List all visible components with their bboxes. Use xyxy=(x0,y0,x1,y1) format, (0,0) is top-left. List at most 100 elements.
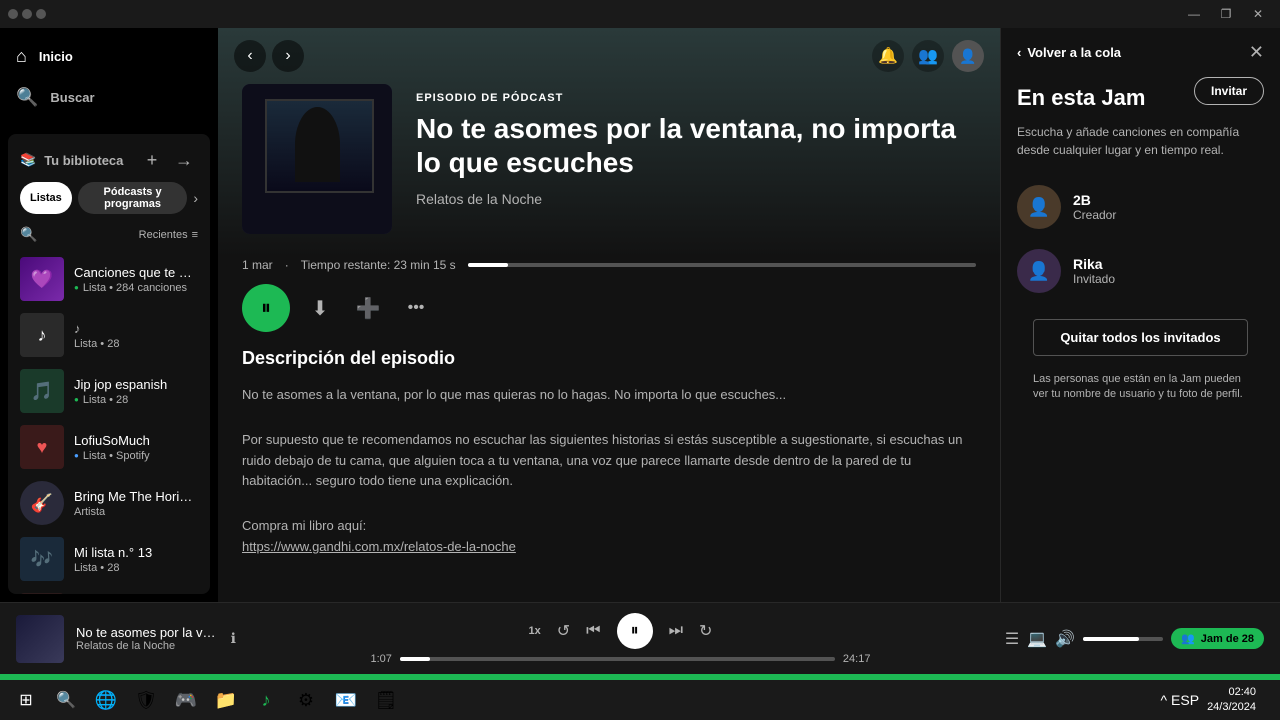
member-name: Rika xyxy=(1073,256,1115,272)
loop-button[interactable]: ↻ xyxy=(699,621,712,641)
clock[interactable]: 02:40 24/3/2024 xyxy=(1207,685,1256,716)
player-info-icon[interactable]: ℹ xyxy=(231,630,236,647)
member-avatar: 👤 xyxy=(1017,249,1061,293)
library-sort[interactable]: Recientes ≡ xyxy=(139,229,198,241)
back-button[interactable]: ‹ xyxy=(234,40,266,72)
taskbar-app-3[interactable]: 📁 xyxy=(208,682,244,718)
search-taskbar-button[interactable]: 🔍 xyxy=(48,682,84,718)
notifications-button[interactable]: 🔔 xyxy=(872,40,904,72)
library-add-button[interactable]: + xyxy=(138,146,166,174)
player-thumb-inner xyxy=(16,615,64,663)
item-cover: 🎶 xyxy=(20,537,64,581)
tray-icon-1[interactable]: ^ xyxy=(1160,692,1167,708)
list-item[interactable]: 🎵 Jip jop espanish ● Lista • 28 xyxy=(12,363,206,419)
taskbar-app-1[interactable]: 🛡 xyxy=(128,682,164,718)
user-avatar[interactable]: 👤 xyxy=(952,40,984,72)
list-item[interactable]: 🎶 Mi lista n.° 13 Lista • 28 xyxy=(12,531,206,587)
prev-button[interactable]: ⏮ xyxy=(586,622,600,640)
tab-lists[interactable]: Listas xyxy=(20,182,72,214)
download-button[interactable]: ⬇ xyxy=(302,290,338,326)
description-title: Descripción del episodio xyxy=(242,348,976,369)
member-role: Invitado xyxy=(1073,272,1115,286)
tab-podcasts[interactable]: Pódcasts y programas xyxy=(78,182,188,214)
volume-slider[interactable] xyxy=(1083,637,1163,641)
item-sub-text: Artista xyxy=(74,506,105,518)
next-button[interactable]: ⏭ xyxy=(669,622,683,640)
episode-type: Episodio de pódcast xyxy=(416,92,976,104)
player-pause-button[interactable]: ⏸ xyxy=(617,613,653,649)
item-info: Bring Me The Horizon Artista xyxy=(74,489,198,518)
list-item[interactable]: ♪ ♪ Lista • 28 xyxy=(12,307,206,363)
window-figure xyxy=(295,107,340,182)
player-time-current: 1:07 xyxy=(370,653,391,665)
green-dot-icon: ● xyxy=(74,283,79,292)
taskbar-app-2[interactable]: 🎮 xyxy=(168,682,204,718)
main-content: ‹ › 🔔 👥 👤 Episodio de pódcast No te asom… xyxy=(218,28,1000,602)
player-info: No te asomes por la ventana, no importa … xyxy=(76,625,219,652)
taskbar-app-5[interactable]: 📧 xyxy=(328,682,364,718)
taskbar-app-4[interactable]: ⚙ xyxy=(288,682,324,718)
show-desktop-button[interactable] xyxy=(1264,682,1272,718)
sidebar-item-home[interactable]: ⌂ Inicio xyxy=(0,36,218,77)
friends-button[interactable]: 👥 xyxy=(912,40,944,72)
jam-indicator[interactable]: 👥 Jam de 28 xyxy=(1171,628,1264,649)
episode-title: No te asomes por la ventana, no importa … xyxy=(416,112,976,179)
player-progress-bar[interactable] xyxy=(400,657,835,661)
item-sub: Lista • 28 xyxy=(74,562,198,574)
invite-button[interactable]: Invitar xyxy=(1194,77,1264,105)
jam-content: En esta Jam Invitar Escucha y añade canc… xyxy=(1001,77,1280,411)
devices-button[interactable]: 💻 xyxy=(1027,629,1047,649)
back-to-queue-button[interactable]: ‹ Volver a la cola xyxy=(1017,45,1121,60)
library-title-btn[interactable]: 📚 Tu biblioteca xyxy=(20,152,123,168)
queue-button[interactable]: ☰ xyxy=(1005,629,1019,649)
library-search-row: 🔍 Recientes ≡ xyxy=(8,222,210,247)
item-cover: ♪ xyxy=(20,313,64,357)
item-info: Jip jop espanish ● Lista • 28 xyxy=(74,377,198,406)
pause-button[interactable]: ⏸ xyxy=(242,284,290,332)
tabs-arrow-button[interactable]: › xyxy=(193,182,198,214)
item-name: Jip jop espanish xyxy=(74,377,198,392)
library-expand-button[interactable]: → xyxy=(170,146,198,174)
sidebar-item-search[interactable]: 🔍 Buscar xyxy=(0,77,218,118)
list-item[interactable]: 💜 Canciones que te gustan ● Lista • 284 … xyxy=(12,251,206,307)
member-info: Rika Invitado xyxy=(1073,256,1115,286)
start-button[interactable]: ⊞ xyxy=(8,682,44,718)
window-scene xyxy=(242,84,392,234)
controls-row: ⏸ ⬇ ➕ ••• xyxy=(242,284,976,332)
maximize-button[interactable]: ❐ xyxy=(1212,4,1240,24)
volume-icon[interactable]: 🔊 xyxy=(1055,629,1075,649)
nav-arrows: ‹ › xyxy=(234,40,304,72)
more-options-button[interactable]: ••• xyxy=(398,290,434,326)
buy-url: https://www.gandhi.com.mx/relatos-de-la-… xyxy=(242,537,976,558)
separator: · xyxy=(285,258,289,272)
taskbar-app-edge[interactable]: 🌐 xyxy=(88,682,124,718)
taskbar-app-spotify[interactable]: ♪ xyxy=(248,682,284,718)
member-role: Creador xyxy=(1073,208,1116,222)
sort-icon: ≡ xyxy=(192,229,198,241)
forward-button[interactable]: › xyxy=(272,40,304,72)
close-button[interactable]: ✕ xyxy=(1244,4,1272,24)
item-name: LofiuSoMuch xyxy=(74,433,198,448)
speed-button[interactable]: 1x xyxy=(529,625,541,637)
list-item[interactable]: 🎸 Bring Me The Horizon Artista xyxy=(12,475,206,531)
volume-fill xyxy=(1083,637,1139,641)
jam-close-button[interactable]: ✕ xyxy=(1249,42,1264,63)
item-info: Mi lista n.° 13 Lista • 28 xyxy=(74,545,198,574)
remove-all-button[interactable]: Quitar todos los invitados xyxy=(1033,319,1248,356)
library-search-icon[interactable]: 🔍 xyxy=(20,226,37,243)
episode-podcast: Relatos de la Noche xyxy=(416,191,976,207)
titlebar-controls: — ❐ ✕ xyxy=(1180,4,1272,24)
minimize-button[interactable]: — xyxy=(1180,4,1208,24)
taskbar: ⊞ 🔍 🌐 🛡 🎮 📁 ♪ ⚙ 📧 🗒 ^ ESP 02:40 24/3/202… xyxy=(0,680,1280,720)
progress-bar[interactable] xyxy=(468,263,976,267)
taskbar-app-6[interactable]: 🗒 xyxy=(368,682,404,718)
add-button[interactable]: ➕ xyxy=(350,290,386,326)
list-item[interactable]: 💀 My Fucking Dead Dreams Lista • 28 xyxy=(12,587,206,594)
jam-title-text: En esta Jam xyxy=(1017,85,1145,111)
titlebar-dot-2 xyxy=(22,9,32,19)
member-info: 2B Creador xyxy=(1073,192,1116,222)
item-sub-text: Lista • 28 xyxy=(74,562,119,574)
replay-button[interactable]: ↺ xyxy=(557,621,570,641)
list-item[interactable]: ♥ LofiuSoMuch ● Lista • Spotify xyxy=(12,419,206,475)
green-dot-icon: ● xyxy=(74,395,79,404)
